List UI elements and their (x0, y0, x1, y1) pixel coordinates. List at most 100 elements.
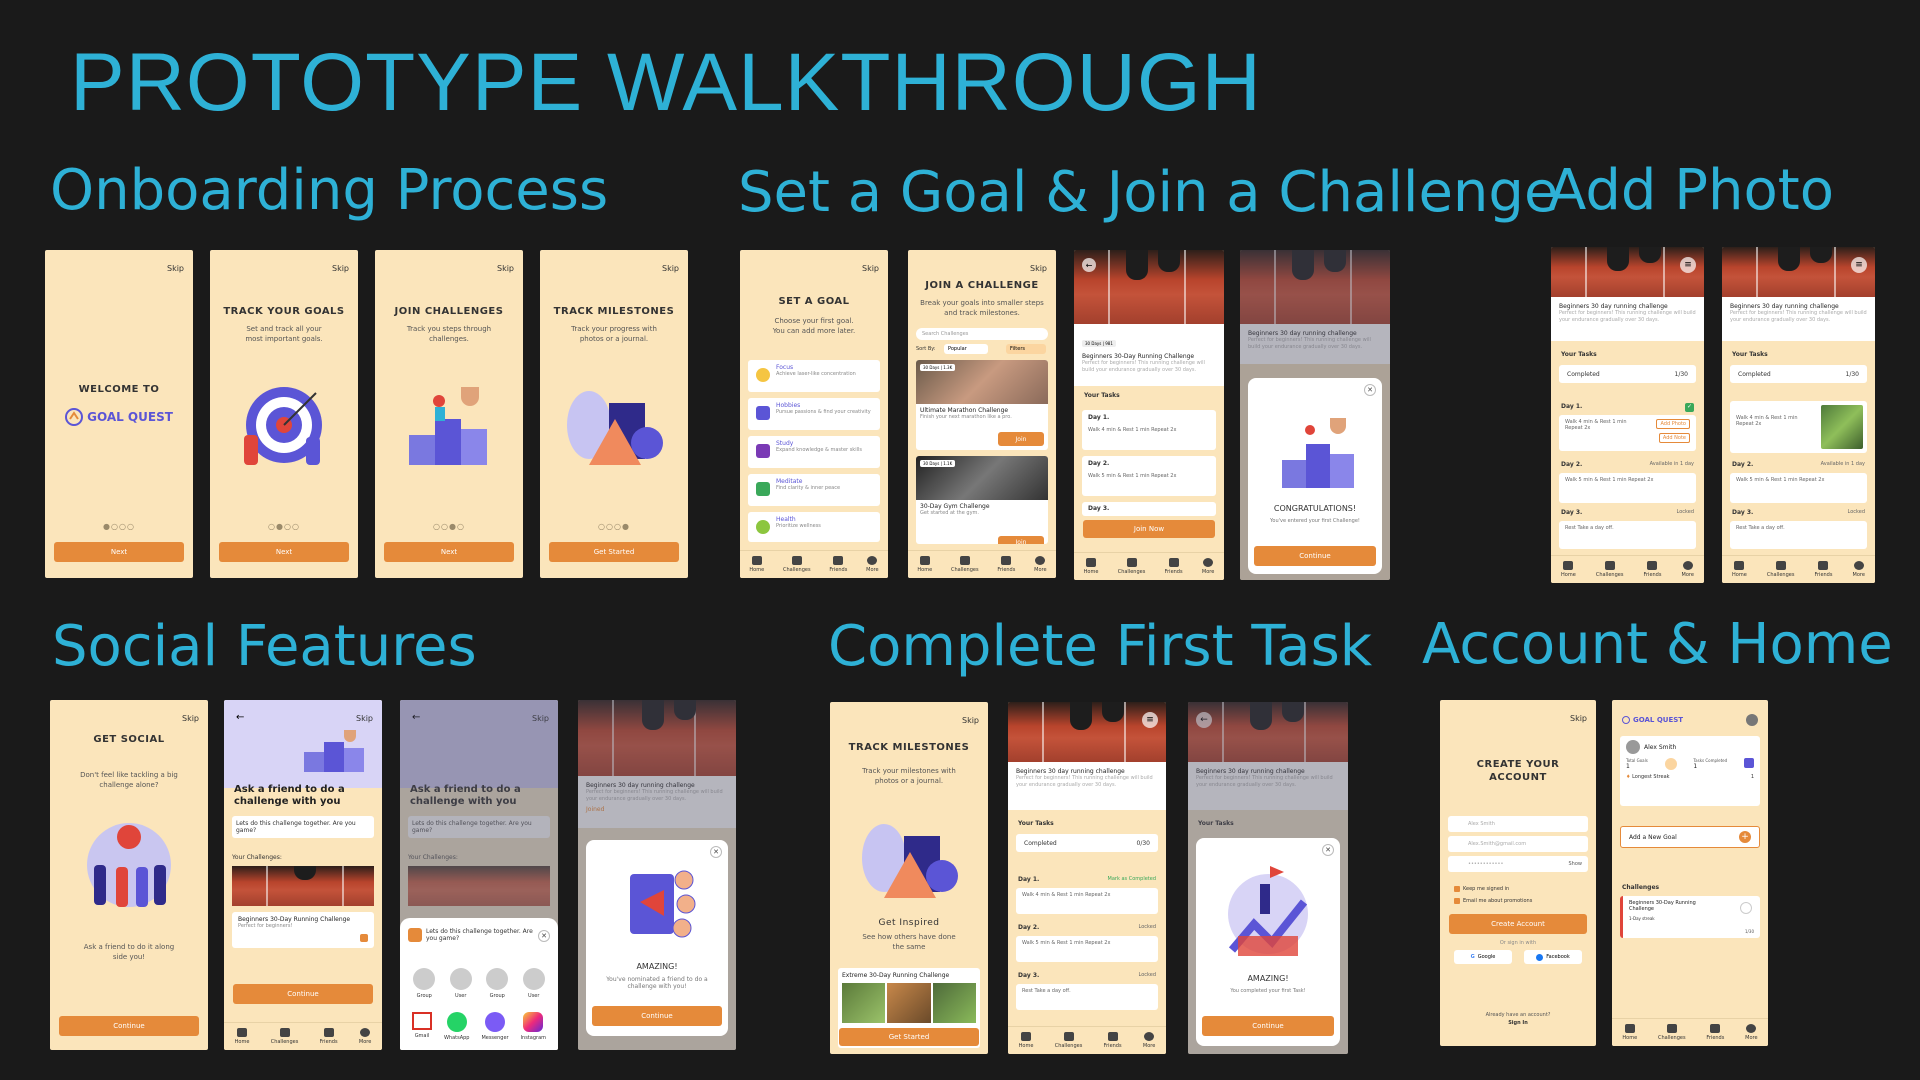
sign-in-link[interactable]: Sign In (1440, 1020, 1596, 1026)
next-button[interactable]: Next (219, 542, 349, 562)
skip-button[interactable]: Skip (862, 264, 879, 273)
nav-challenges[interactable]: Challenges (1767, 561, 1794, 578)
show-password-toggle[interactable]: Show (1569, 861, 1583, 867)
nav-home[interactable]: Home (1561, 561, 1576, 578)
gear-icon[interactable] (1746, 714, 1758, 726)
contact-item[interactable]: User (449, 968, 472, 999)
goal-option[interactable]: Health Prioritize wellness (748, 512, 880, 542)
nav-home[interactable]: Home (1622, 1024, 1637, 1041)
challenge-card[interactable]: 30 Days | 1.3K Ultimate Marathon Challen… (916, 360, 1048, 450)
goal-option[interactable]: Hobbies Pursue passions & find your creat… (748, 398, 880, 430)
name-field[interactable]: Alex Smith (1448, 816, 1588, 832)
share-messenger[interactable]: Messenger (481, 1012, 509, 1041)
nav-home[interactable]: Home (917, 556, 932, 573)
task-card[interactable]: Walk 5 min & Rest 1 min Repeat 2x (1730, 473, 1867, 503)
share-instagram[interactable]: Instagram (521, 1012, 546, 1041)
skip-button[interactable]: Skip (497, 264, 514, 273)
task-card[interactable]: Walk 5 min & Rest 1 min Repeat 2x (1016, 936, 1158, 962)
nav-home[interactable]: Home (749, 556, 764, 573)
next-button[interactable]: Next (54, 542, 184, 562)
share-gmail[interactable]: Gmail (411, 1012, 432, 1041)
nav-challenges[interactable]: Challenges (783, 556, 811, 573)
nav-friends[interactable]: Friends (1104, 1032, 1122, 1049)
email-field[interactable]: Alex.Smith@gmail.com (1448, 836, 1588, 852)
continue-button[interactable]: Continue (1202, 1016, 1334, 1036)
close-icon[interactable]: ✕ (710, 846, 722, 858)
challenge-card[interactable]: Beginners 30-Day Running Challenge 1-Day… (1620, 896, 1760, 938)
nav-friends[interactable]: Friends (1643, 561, 1661, 578)
skip-button[interactable]: Skip (182, 714, 199, 723)
goal-option[interactable]: Meditate Find clarity & inner peace (748, 474, 880, 506)
skip-button[interactable]: Skip (167, 264, 184, 273)
join-button[interactable]: Join (998, 536, 1044, 544)
password-field[interactable]: •••••••••••• Show (1448, 856, 1588, 872)
create-account-button[interactable]: Create Account (1449, 914, 1587, 934)
nav-friends[interactable]: Friends (829, 556, 847, 573)
nav-friends[interactable]: Friends (320, 1028, 338, 1045)
join-now-button[interactable]: Join Now (1083, 520, 1215, 538)
goal-option[interactable]: Focus Achieve laser-like concentration (748, 360, 880, 392)
skip-button[interactable]: Skip (662, 264, 679, 273)
task-card[interactable]: Rest Take a day off. (1559, 521, 1696, 549)
skip-button[interactable]: Skip (332, 264, 349, 273)
back-arrow-icon[interactable]: ← (236, 712, 244, 723)
close-icon[interactable]: ✕ (1364, 384, 1376, 396)
task-card[interactable]: Rest Take a day off. (1730, 521, 1867, 549)
nav-challenges[interactable]: Challenges (951, 556, 979, 573)
challenge-card[interactable]: 30 Days | 1.1K 30-Day Gym Challenge Get s… (916, 456, 1048, 544)
nav-friends[interactable]: Friends (1814, 561, 1832, 578)
keep-signed-checkbox[interactable]: Keep me signed in (1454, 886, 1509, 892)
menu-icon[interactable]: ≡ (1851, 257, 1867, 273)
continue-button[interactable]: Continue (1254, 546, 1376, 566)
nav-challenges[interactable]: Challenges (1658, 1024, 1686, 1041)
task-card[interactable]: Day 3. (1082, 502, 1216, 516)
back-arrow-icon[interactable]: ← (1082, 258, 1096, 272)
nav-challenges[interactable]: Challenges (1596, 561, 1623, 578)
menu-icon[interactable]: ≡ (1142, 712, 1158, 728)
contact-item[interactable]: Group (413, 968, 436, 999)
promotions-checkbox[interactable]: Email me about promotions (1454, 898, 1532, 904)
task-card[interactable]: Walk 4 min & Rest 1 min Repeat 2x (1016, 888, 1158, 914)
task-card[interactable]: Day 2. Walk 5 min & Rest 1 min Repeat 2x (1082, 456, 1216, 496)
nav-more[interactable]: More (866, 556, 879, 573)
share-whatsapp[interactable]: WhatsApp (444, 1012, 469, 1041)
nav-more[interactable]: More (1853, 561, 1865, 578)
add-note-button[interactable]: Add Note (1658, 433, 1690, 443)
sort-select[interactable]: Popular (944, 344, 988, 354)
skip-button[interactable]: Skip (356, 714, 373, 723)
skip-button[interactable]: Skip (962, 716, 979, 725)
checkbox-checked-icon[interactable]: ✓ (1685, 403, 1694, 412)
continue-button[interactable]: Continue (59, 1016, 199, 1036)
task-card[interactable]: Walk 5 min & Rest 1 min Repeat 2x (1559, 473, 1696, 503)
filter-select[interactable]: Filters (1006, 344, 1046, 354)
task-card[interactable]: Rest Take a day off. (1016, 984, 1158, 1010)
get-started-button[interactable]: Get Started (839, 1028, 979, 1046)
search-input[interactable]: Search Challenges (916, 328, 1048, 340)
skip-button[interactable]: Skip (1030, 264, 1047, 273)
nav-home[interactable]: Home (1732, 561, 1747, 578)
mark-completed-button[interactable]: Mark as Completed (1108, 876, 1156, 882)
uploaded-photo[interactable] (1821, 405, 1863, 449)
next-button[interactable]: Next (384, 542, 514, 562)
close-icon[interactable]: ✕ (538, 930, 550, 942)
menu-icon[interactable]: ≡ (1680, 257, 1696, 273)
nav-more[interactable]: More (1202, 558, 1214, 575)
goal-option[interactable]: Study Expand knowledge & master skills (748, 436, 880, 468)
nav-friends[interactable]: Friends (997, 556, 1015, 573)
google-signin-button[interactable]: G Google (1454, 950, 1512, 964)
continue-button[interactable]: Continue (233, 984, 373, 1004)
close-icon[interactable]: ✕ (1322, 844, 1334, 856)
nav-more[interactable]: More (1745, 1024, 1758, 1041)
nav-more[interactable]: More (359, 1028, 371, 1045)
nav-home[interactable]: Home (1084, 558, 1098, 575)
nav-challenges[interactable]: Challenges (271, 1028, 298, 1045)
contact-item[interactable]: User (522, 968, 545, 999)
task-card[interactable]: Walk 4 min & Rest 1 min Repeat 2x Add Pho… (1559, 415, 1696, 451)
nav-home[interactable]: Home (1019, 1032, 1033, 1049)
add-photo-button[interactable]: Add Photo (1656, 419, 1690, 429)
skip-button[interactable]: Skip (1570, 714, 1587, 723)
task-card[interactable]: Walk 4 min & Rest 1 min Repeat 2x (1730, 401, 1867, 453)
add-goal-button[interactable]: Add a New Goal + (1620, 826, 1760, 848)
nav-friends[interactable]: Friends (1706, 1024, 1724, 1041)
contact-item[interactable]: Group (486, 968, 509, 999)
